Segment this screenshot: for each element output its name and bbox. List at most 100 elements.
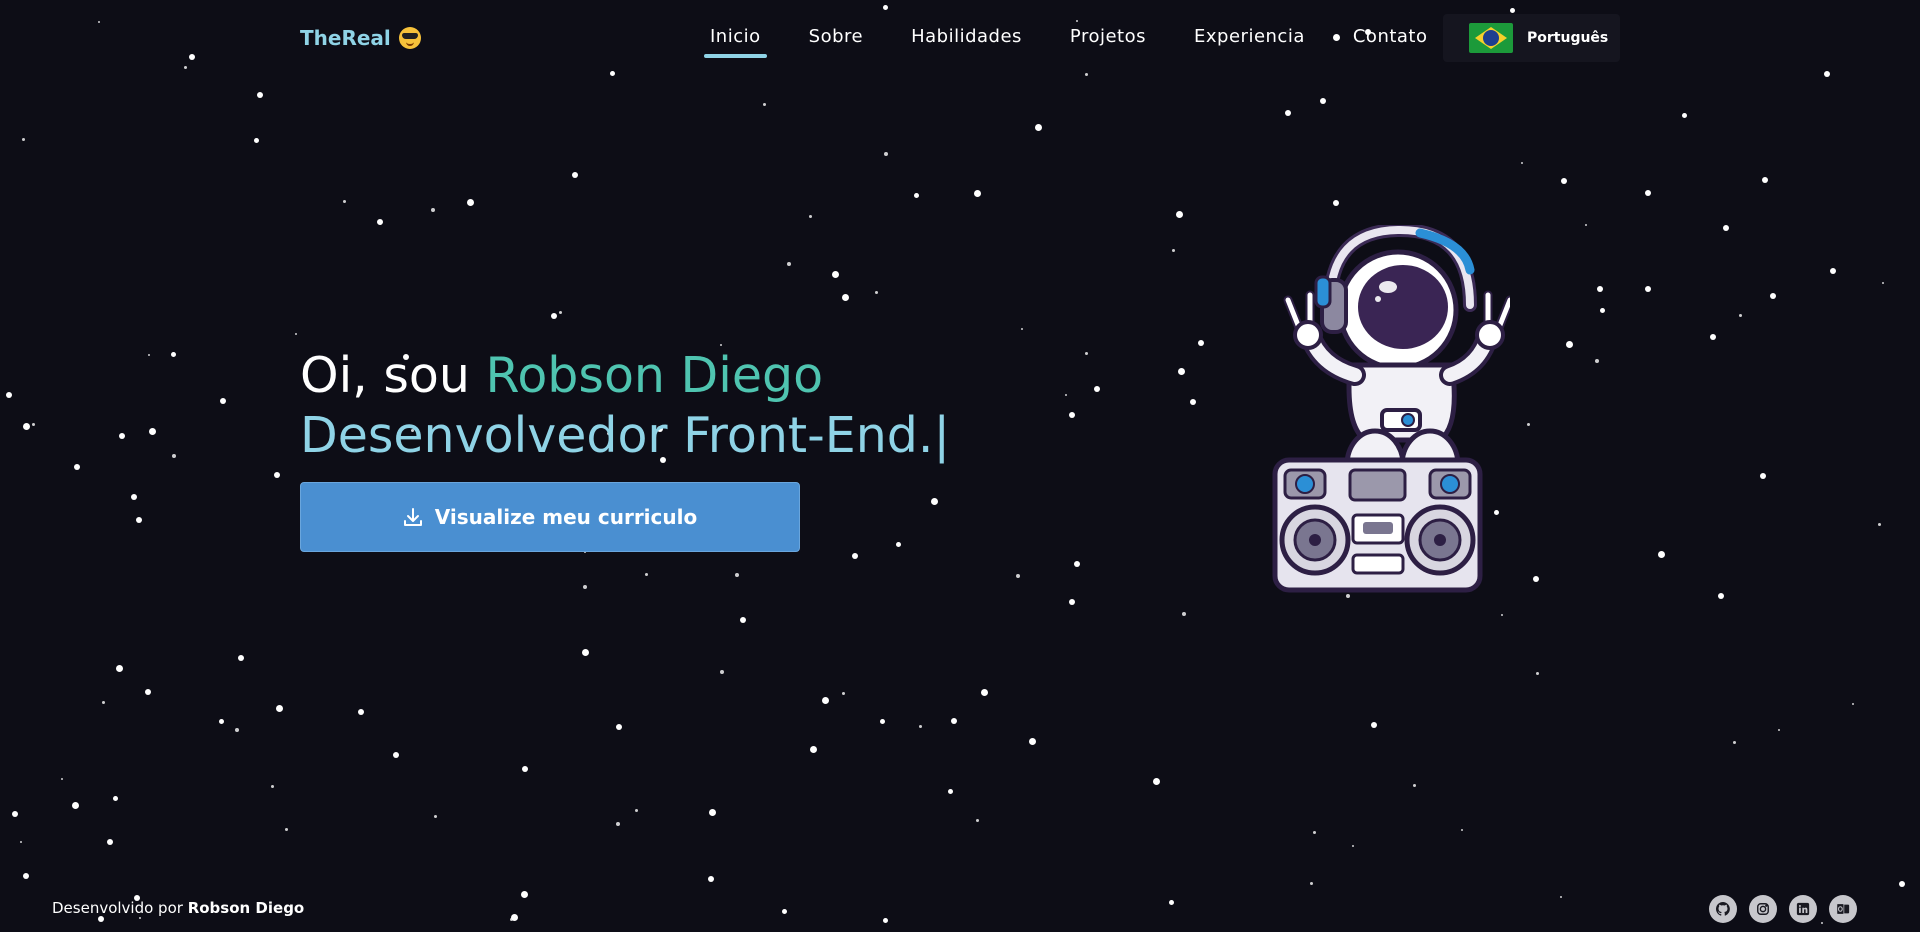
- nav-link-habilidades[interactable]: Habilidades: [887, 24, 1046, 58]
- star: [1085, 352, 1088, 355]
- star: [708, 876, 714, 882]
- outlook-link[interactable]: [1829, 895, 1857, 923]
- star: [113, 796, 118, 801]
- star: [23, 423, 30, 430]
- role-text: Desenvolvedor Front-End.: [300, 407, 934, 464]
- language-selector[interactable]: Português: [1443, 14, 1620, 62]
- star: [551, 313, 557, 319]
- star: [1172, 249, 1175, 252]
- star: [720, 670, 724, 674]
- typing-cursor: |: [933, 407, 950, 464]
- star: [1899, 881, 1905, 887]
- star: [1413, 784, 1416, 787]
- star: [1521, 162, 1523, 164]
- star: [709, 809, 716, 816]
- star: [1527, 423, 1530, 426]
- star: [1065, 394, 1067, 396]
- sunglasses-emoji-icon: [398, 27, 421, 49]
- nav-link-projetos[interactable]: Projetos: [1046, 24, 1170, 58]
- star: [98, 21, 100, 23]
- star: [1560, 896, 1562, 898]
- star: [763, 103, 766, 106]
- star: [1285, 110, 1291, 116]
- star: [184, 66, 187, 69]
- site-logo[interactable]: TheReal: [300, 26, 421, 50]
- star: [1178, 368, 1185, 375]
- star: [1310, 882, 1313, 885]
- star: [1561, 178, 1567, 184]
- star: [914, 193, 919, 198]
- star: [852, 553, 858, 559]
- star: [559, 311, 562, 314]
- star: [74, 464, 80, 470]
- star: [1739, 314, 1742, 317]
- nav-link-experiencia[interactable]: Experiencia: [1170, 24, 1329, 58]
- star: [1153, 778, 1160, 785]
- star: [875, 291, 878, 294]
- star: [572, 172, 578, 178]
- star: [393, 752, 399, 758]
- star: [883, 5, 888, 10]
- nav-link-inicio[interactable]: Inicio: [686, 24, 785, 58]
- download-cv-button[interactable]: Visualize meu curriculo: [300, 482, 800, 552]
- instagram-link[interactable]: [1749, 895, 1777, 923]
- star: [295, 333, 297, 335]
- star: [822, 697, 829, 704]
- star: [1536, 672, 1539, 675]
- star: [1313, 831, 1316, 834]
- star: [1778, 729, 1780, 731]
- download-icon: [403, 508, 422, 526]
- star: [782, 909, 787, 914]
- star: [735, 573, 739, 577]
- outlook-icon: [1836, 903, 1850, 915]
- star: [1723, 225, 1729, 231]
- star: [102, 701, 105, 704]
- hero-name: Robson Diego: [485, 347, 824, 404]
- star: [1176, 211, 1183, 218]
- star: [521, 891, 528, 898]
- linkedin-link[interactable]: [1789, 895, 1817, 923]
- star: [467, 199, 474, 206]
- star: [274, 472, 280, 478]
- star: [377, 219, 383, 225]
- star: [582, 649, 589, 656]
- star: [23, 873, 29, 879]
- star: [107, 839, 113, 845]
- star: [635, 809, 638, 812]
- star: [20, 841, 22, 843]
- star: [1733, 741, 1736, 744]
- github-icon: [1716, 902, 1730, 916]
- star: [1645, 286, 1651, 292]
- star: [220, 398, 226, 404]
- star: [883, 918, 888, 923]
- star: [254, 138, 259, 143]
- star: [1830, 268, 1836, 274]
- star: [1710, 334, 1716, 340]
- nav-link-contato[interactable]: Contato: [1329, 24, 1452, 58]
- star: [842, 692, 845, 695]
- nav-link-sobre[interactable]: Sobre: [785, 24, 887, 58]
- star: [810, 746, 817, 753]
- star: [522, 766, 528, 772]
- star: [1169, 900, 1174, 905]
- star: [1595, 359, 1599, 363]
- star: [1069, 599, 1075, 605]
- hero-greeting: Oi, sou Robson Diego: [300, 346, 823, 406]
- linkedin-icon: [1796, 902, 1810, 916]
- star: [645, 573, 648, 576]
- star: [431, 208, 435, 212]
- logo-text: TheReal: [300, 26, 391, 50]
- star: [1190, 399, 1196, 405]
- star: [131, 494, 137, 500]
- star: [951, 718, 957, 724]
- star: [72, 802, 79, 809]
- star: [880, 719, 885, 724]
- star: [1852, 703, 1854, 705]
- github-link[interactable]: [1709, 895, 1737, 923]
- star: [616, 724, 622, 730]
- star: [1182, 612, 1186, 616]
- star: [1762, 177, 1768, 183]
- star: [6, 392, 12, 398]
- star: [842, 294, 849, 301]
- star: [61, 778, 63, 780]
